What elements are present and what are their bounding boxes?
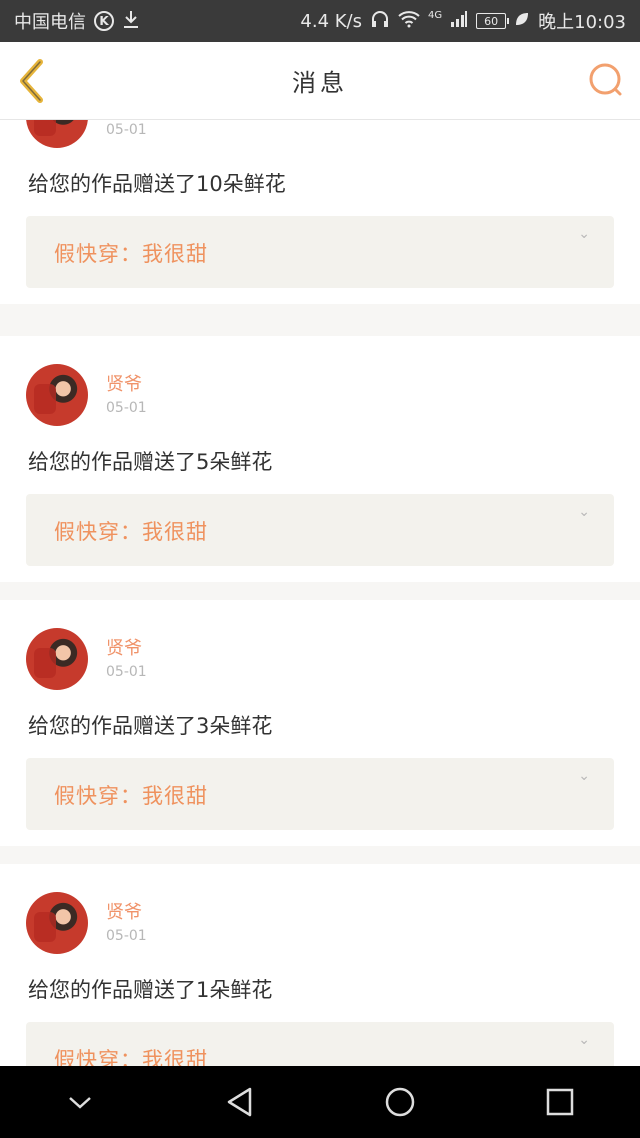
- chevron-down-icon: ⌄: [578, 504, 590, 520]
- message-text: 给您的作品赠送了5朵鲜花: [28, 450, 273, 474]
- circle-home-icon: [385, 1087, 415, 1117]
- carrier-label: 中国电信: [14, 12, 86, 33]
- search-button[interactable]: [586, 60, 626, 100]
- message-card: 贤爷 05-01 给您的作品赠送了10朵鲜花 假快穿：我很甜 ⌄: [0, 120, 640, 304]
- status-right: 4.4 K/s 4G 60 晚上10:03: [300, 8, 626, 34]
- app-header: 消息: [0, 42, 640, 120]
- triangle-back-icon: [227, 1087, 252, 1117]
- search-icon: [589, 63, 622, 96]
- message-date: 05-01: [106, 928, 147, 944]
- back-button[interactable]: [14, 56, 54, 106]
- signal-icon: [450, 10, 468, 33]
- headset-icon: [370, 10, 390, 33]
- message-card: 贤爷 05-01 给您的作品赠送了3朵鲜花 假快穿：我很甜 ⌄: [0, 600, 640, 846]
- work-quote[interactable]: 假快穿：我很甜 ⌄: [26, 494, 614, 566]
- status-bar: 中国电信 K 4.4 K/s 4G 60 晚上10:03: [0, 0, 640, 42]
- message-text: 给您的作品赠送了10朵鲜花: [28, 172, 286, 196]
- message-card: 贤爷 05-01 给您的作品赠送了1朵鲜花 假快穿：我很甜 ⌄: [0, 864, 640, 1066]
- chevron-down-icon: ⌄: [578, 226, 590, 242]
- work-title: 假快穿：我很甜: [54, 242, 208, 266]
- user-name[interactable]: 贤爷: [106, 898, 142, 924]
- work-title: 假快穿：我很甜: [54, 1048, 208, 1066]
- k-badge-icon: K: [94, 11, 114, 31]
- work-quote[interactable]: 假快穿：我很甜 ⌄: [26, 1022, 614, 1066]
- message-date: 05-01: [106, 122, 147, 138]
- system-nav-bar: [0, 1066, 640, 1138]
- status-left: 中国电信 K: [14, 8, 140, 34]
- chevron-down-icon: ⌄: [578, 1032, 590, 1048]
- square-recents-icon: [546, 1088, 574, 1116]
- download-icon: [122, 9, 140, 34]
- wifi-icon: [398, 10, 420, 33]
- avatar[interactable]: [26, 364, 88, 426]
- message-date: 05-01: [106, 400, 147, 416]
- message-text: 给您的作品赠送了3朵鲜花: [28, 714, 273, 738]
- message-text: 给您的作品赠送了1朵鲜花: [28, 978, 273, 1002]
- work-title: 假快穿：我很甜: [54, 784, 208, 808]
- nav-recents-button[interactable]: [530, 1072, 590, 1132]
- chevron-left-icon: [20, 59, 43, 103]
- page-title: 消息: [292, 69, 348, 97]
- work-quote[interactable]: 假快穿：我很甜 ⌄: [26, 216, 614, 288]
- nav-home-button[interactable]: [370, 1072, 430, 1132]
- message-list[interactable]: 贤爷 05-01 给您的作品赠送了10朵鲜花 假快穿：我很甜 ⌄ 贤爷 05-0…: [0, 120, 640, 1066]
- avatar[interactable]: [26, 120, 88, 148]
- avatar[interactable]: [26, 892, 88, 954]
- chevron-down-icon: ⌄: [578, 768, 590, 784]
- work-title: 假快穿：我很甜: [54, 520, 208, 544]
- message-date: 05-01: [106, 664, 147, 680]
- avatar[interactable]: [26, 628, 88, 690]
- user-name[interactable]: 贤爷: [106, 634, 142, 660]
- work-quote[interactable]: 假快穿：我很甜 ⌄: [26, 758, 614, 830]
- network-speed: 4.4 K/s: [300, 10, 362, 32]
- clock-time: 晚上10:03: [538, 12, 626, 33]
- message-card: 贤爷 05-01 给您的作品赠送了5朵鲜花 假快穿：我很甜 ⌄: [0, 336, 640, 582]
- battery-icon: 60: [476, 13, 510, 29]
- network-type: 4G: [428, 9, 443, 21]
- hide-nav-button[interactable]: [50, 1072, 110, 1132]
- leaf-icon: [514, 11, 530, 32]
- user-name[interactable]: 贤爷: [106, 370, 142, 396]
- nav-back-button[interactable]: [210, 1072, 270, 1132]
- chevron-down-icon: [69, 1097, 91, 1109]
